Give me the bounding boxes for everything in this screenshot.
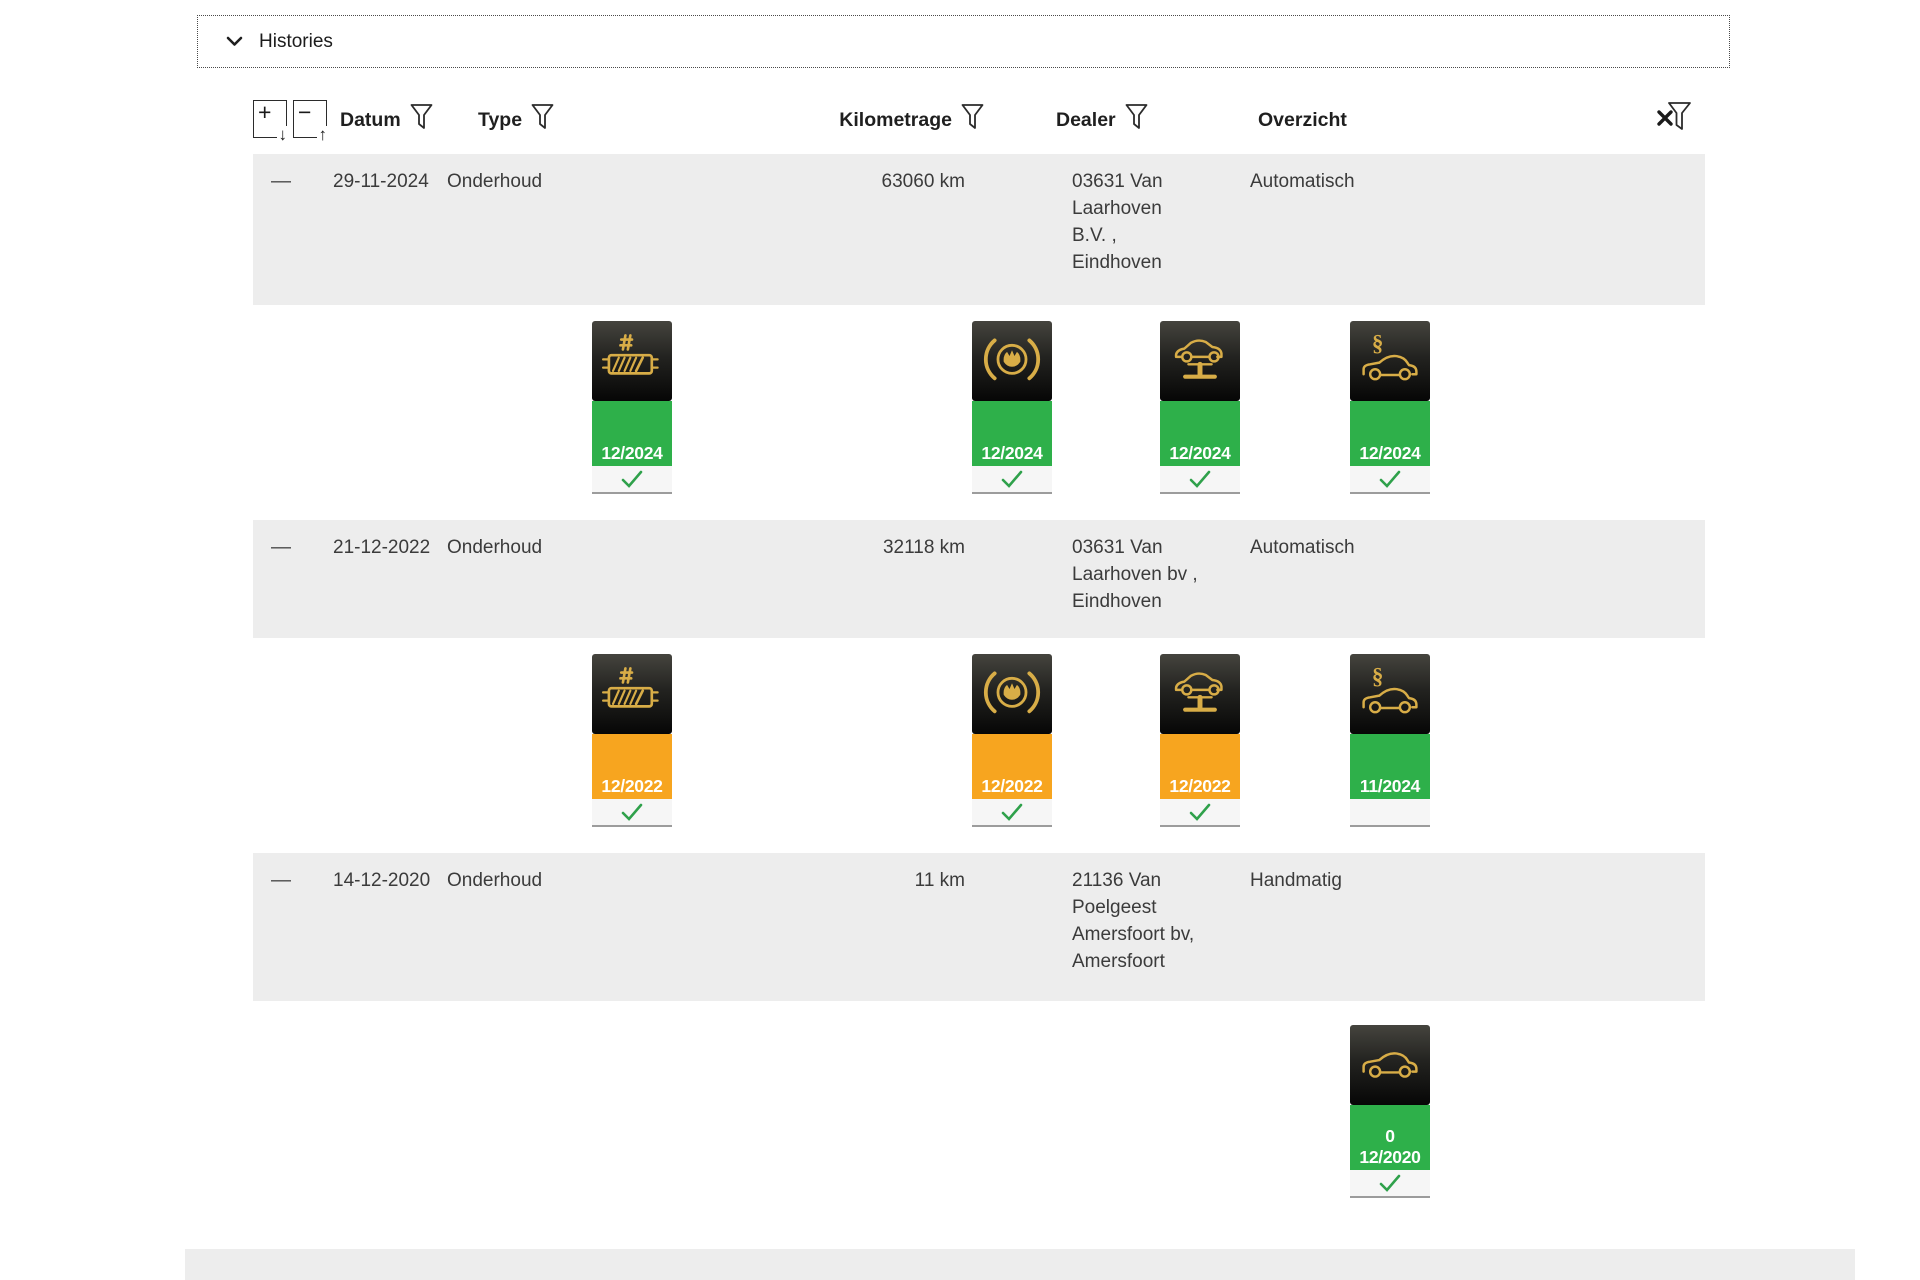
histories-section-header[interactable]: Histories: [197, 15, 1730, 68]
service-badge[interactable]: 12/2022: [592, 654, 672, 827]
row-collapse-toggle[interactable]: —: [271, 170, 291, 192]
check-icon: [972, 466, 1052, 494]
cell-kilometrage: 63060 km: [680, 168, 1000, 291]
column-label-overzicht: Overzicht: [1258, 109, 1347, 132]
tree-buttons: + ↓ − ↑: [253, 100, 327, 138]
check-icon: [1160, 799, 1240, 827]
cell-datum: 21-12-2022: [323, 534, 443, 624]
check-icon: [1160, 466, 1240, 494]
check-icon: [592, 466, 672, 494]
service-badge[interactable]: 12/2022: [972, 654, 1052, 827]
expand-all-button[interactable]: + ↓: [253, 100, 287, 138]
chevron-down-icon[interactable]: [226, 36, 243, 47]
service-badge[interactable]: § 11/2024: [1350, 654, 1430, 827]
car-lift-icon: [1160, 321, 1240, 401]
table-row: — 21-12-2022 Onderhoud 32118 km 03631 Va…: [253, 520, 1705, 638]
check-icon: [592, 799, 672, 827]
service-badge[interactable]: § 12/2024: [1350, 321, 1430, 494]
svg-text:§: §: [1372, 329, 1384, 355]
service-badge[interactable]: 0 12/2020: [1350, 1025, 1430, 1198]
service-badge[interactable]: 12/2022: [1160, 654, 1240, 827]
check-icon: [1350, 466, 1430, 494]
arrow-down-icon: ↓: [277, 126, 288, 143]
filter-icon-type[interactable]: [531, 103, 554, 137]
car-legal-icon: §: [1350, 321, 1430, 401]
column-label-dealer: Dealer: [1056, 109, 1116, 132]
column-label-kilometrage: Kilometrage: [839, 109, 952, 132]
badge-value: 12/2024: [1359, 443, 1420, 464]
column-label-datum: Datum: [340, 109, 401, 132]
table-row: — 29-11-2024 Onderhoud 63060 km 03631 Va…: [253, 154, 1705, 305]
brake-warning-icon: [972, 654, 1052, 734]
cell-type: Onderhoud: [443, 168, 680, 291]
filter-icon-kilometrage[interactable]: [961, 103, 984, 137]
badge-value: 12/2020: [1359, 1147, 1420, 1168]
cell-type: Onderhoud: [443, 534, 680, 624]
cabin-filter-icon: [592, 654, 672, 734]
clear-filters-icon[interactable]: [1655, 100, 1693, 140]
badge-value: 11/2024: [1360, 776, 1420, 797]
service-badges-row: 12/2022 12/2022 12/2022 §: [253, 654, 1705, 827]
service-badge[interactable]: 12/2024: [592, 321, 672, 494]
histories-table: + ↓ − ↑ Datum Type Kilometrage: [253, 90, 1705, 1198]
section-title: Histories: [259, 31, 333, 53]
cell-overzicht: Handmatig: [1250, 867, 1705, 987]
cell-datum: 29-11-2024: [323, 168, 443, 291]
badge-value: 12/2024: [601, 443, 662, 464]
cell-overzicht: Automatisch: [1250, 168, 1705, 291]
service-badges-row: 12/2024 12/2024 12/2024 §: [253, 321, 1705, 494]
arrow-up-icon: ↑: [317, 126, 328, 143]
table-row: — 14-12-2020 Onderhoud 11 km 21136 Van P…: [253, 853, 1705, 1001]
cell-dealer: 03631 Van Laarhoven bv , Eindhoven: [1000, 534, 1250, 624]
svg-text:§: §: [1372, 662, 1384, 688]
badge-value: 12/2024: [1169, 443, 1230, 464]
service-badge[interactable]: 12/2024: [1160, 321, 1240, 494]
histories-page: Histories + ↓ − ↑ Datum Type: [0, 0, 1920, 1280]
column-label-type: Type: [478, 109, 522, 132]
badge-value: 12/2024: [981, 443, 1042, 464]
service-badges-row: 0 12/2020: [253, 1025, 1705, 1198]
check-icon: [1350, 1170, 1430, 1198]
table-header-row: + ↓ − ↑ Datum Type Kilometrage: [253, 90, 1705, 150]
next-section-strip: [185, 1249, 1855, 1280]
check-icon: [972, 799, 1052, 827]
cell-overzicht: Automatisch: [1250, 534, 1705, 624]
car-legal-icon: §: [1350, 654, 1430, 734]
car-icon: [1350, 1025, 1430, 1105]
badge-value: 12/2022: [1169, 776, 1230, 797]
filter-icon-datum[interactable]: [410, 103, 433, 137]
row-collapse-toggle[interactable]: —: [271, 869, 291, 891]
cell-dealer: 03631 Van Laarhoven B.V. , Eindhoven: [1000, 168, 1250, 291]
car-lift-icon: [1160, 654, 1240, 734]
cell-datum: 14-12-2020: [323, 867, 443, 987]
brake-warning-icon: [972, 321, 1052, 401]
badge-value-top: 0: [1385, 1126, 1394, 1147]
row-collapse-toggle[interactable]: —: [271, 536, 291, 558]
cell-kilometrage: 11 km: [680, 867, 1000, 987]
collapse-all-button[interactable]: − ↑: [293, 100, 327, 138]
table-body: — 29-11-2024 Onderhoud 63060 km 03631 Va…: [253, 154, 1705, 1198]
filter-icon-dealer[interactable]: [1125, 103, 1148, 137]
service-badge[interactable]: 12/2024: [972, 321, 1052, 494]
cell-dealer: 21136 Van Poelgeest Amersfoort bv, Amers…: [1000, 867, 1250, 987]
cell-type: Onderhoud: [443, 867, 680, 987]
badge-value: 12/2022: [981, 776, 1042, 797]
cell-kilometrage: 32118 km: [680, 534, 1000, 624]
badge-value: 12/2022: [601, 776, 662, 797]
cabin-filter-icon: [592, 321, 672, 401]
